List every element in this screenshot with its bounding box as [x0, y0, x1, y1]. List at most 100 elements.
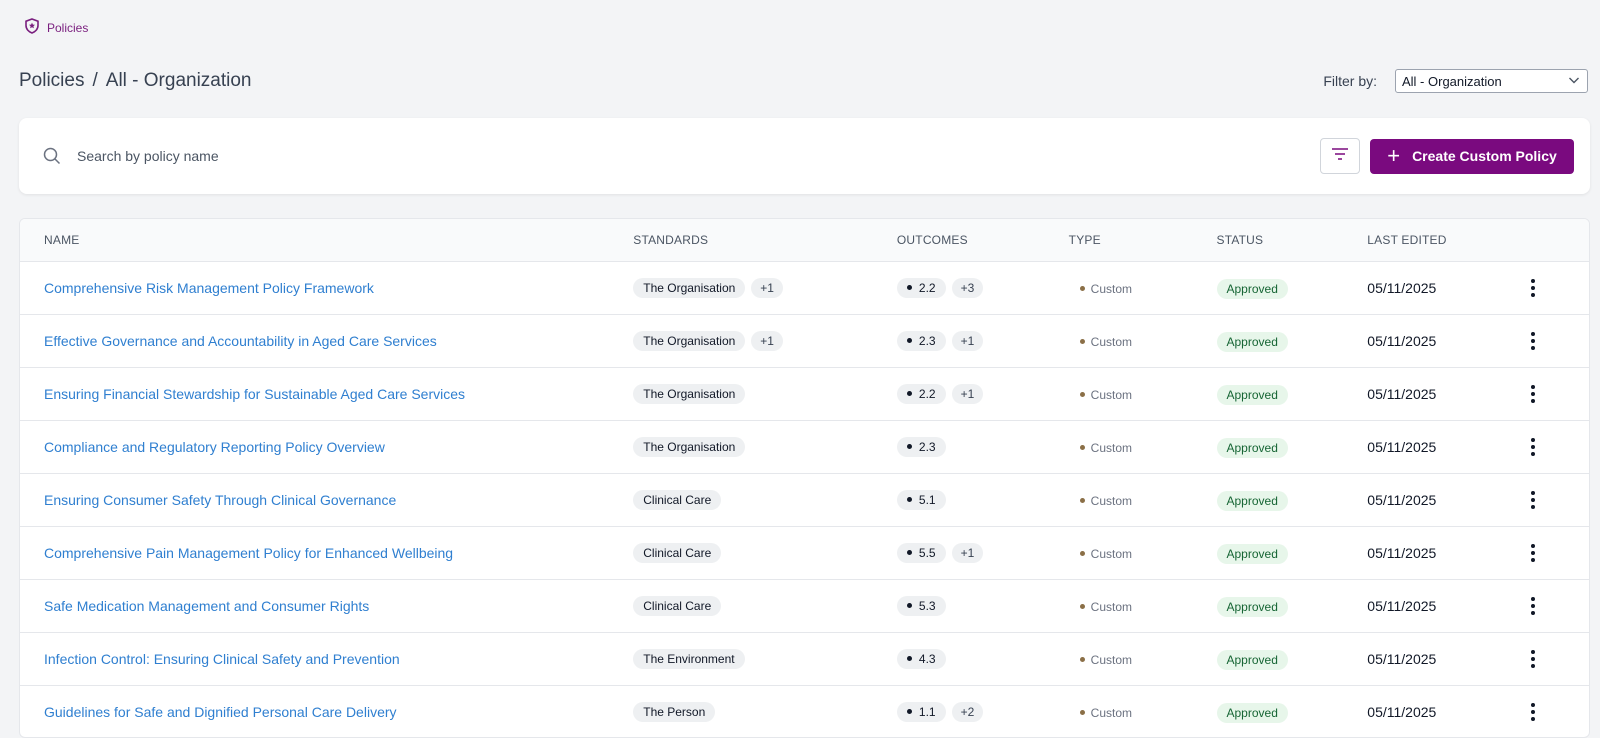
- breadcrumb-current: All - Organization: [105, 70, 252, 91]
- more-options-icon[interactable]: [1523, 329, 1543, 353]
- table-row[interactable]: Ensuring Financial Stewardship for Susta…: [20, 368, 1589, 421]
- table-row[interactable]: Comprehensive Risk Management Policy Fra…: [20, 262, 1589, 315]
- standard-chip: The Person: [633, 702, 716, 722]
- status-badge: Approved: [1216, 279, 1288, 299]
- type-label: Custom: [1080, 547, 1132, 561]
- more-options-icon[interactable]: [1523, 435, 1543, 459]
- more-options-icon[interactable]: [1523, 276, 1543, 300]
- standard-chip: The Environment: [633, 649, 745, 669]
- standard-chip: Clinical Care: [633, 596, 722, 616]
- filter-label: Filter by:: [1323, 73, 1377, 89]
- nav-policies[interactable]: Policies: [24, 18, 88, 37]
- breadcrumb-root[interactable]: Policies: [19, 70, 84, 92]
- table-row[interactable]: Guidelines for Safe and Dignified Person…: [20, 686, 1589, 737]
- last-edited-date: 05/11/2025: [1367, 545, 1437, 561]
- last-edited-date: 05/11/2025: [1367, 439, 1437, 455]
- search-bar: + Create Custom Policy: [19, 118, 1590, 194]
- outcome-chip: 4.3: [896, 649, 946, 669]
- outcome-chip: 5.3: [896, 596, 946, 616]
- more-options-icon[interactable]: [1523, 594, 1543, 618]
- status-badge: Approved: [1216, 703, 1288, 723]
- outcome-chip: 5.1: [896, 490, 946, 510]
- more-options-icon[interactable]: [1523, 647, 1543, 671]
- table-row[interactable]: Comprehensive Pain Management Policy for…: [20, 527, 1589, 580]
- header-outcomes[interactable]: OUTCOMES: [897, 233, 1069, 247]
- policy-name-link[interactable]: Effective Governance and Accountability …: [44, 333, 437, 349]
- outcome-chip: 5.5: [896, 543, 946, 563]
- outcome-chip: 2.3: [896, 331, 946, 351]
- filter-icon: [1331, 147, 1349, 166]
- table-row[interactable]: Infection Control: Ensuring Clinical Saf…: [20, 633, 1589, 686]
- breadcrumb: Policies / All - Organization: [19, 70, 252, 92]
- policy-name-link[interactable]: Comprehensive Pain Management Policy for…: [44, 545, 453, 561]
- table-row[interactable]: Effective Governance and Accountability …: [20, 315, 1589, 368]
- breadcrumb-separator: /: [92, 70, 98, 91]
- last-edited-date: 05/11/2025: [1367, 598, 1437, 614]
- standard-chip: The Organisation: [633, 384, 746, 404]
- policies-table: NAME STANDARDS OUTCOMES TYPE STATUS LAST…: [19, 218, 1590, 738]
- outcome-chip: 2.3: [896, 437, 946, 457]
- type-label: Custom: [1080, 282, 1132, 296]
- type-label: Custom: [1080, 441, 1132, 455]
- filter-group: Filter by: All - Organization: [1323, 69, 1588, 93]
- policy-name-link[interactable]: Infection Control: Ensuring Clinical Saf…: [44, 651, 400, 667]
- plus-icon: +: [1387, 143, 1401, 168]
- last-edited-date: 05/11/2025: [1367, 651, 1437, 667]
- policy-name-link[interactable]: Safe Medication Management and Consumer …: [44, 598, 369, 614]
- standard-chip: Clinical Care: [633, 543, 722, 563]
- type-label: Custom: [1080, 388, 1132, 402]
- last-edited-date: 05/11/2025: [1367, 492, 1437, 508]
- table-row[interactable]: Compliance and Regulatory Reporting Poli…: [20, 421, 1589, 474]
- table-body: Comprehensive Risk Management Policy Fra…: [20, 262, 1589, 737]
- policy-name-link[interactable]: Guidelines for Safe and Dignified Person…: [44, 704, 397, 720]
- search-input[interactable]: [75, 147, 1320, 165]
- outcome-more-chip[interactable]: +1: [951, 543, 984, 563]
- standard-chip: The Organisation: [633, 278, 746, 298]
- outcome-more-chip[interactable]: +1: [951, 331, 984, 351]
- status-badge: Approved: [1216, 438, 1288, 458]
- header-standards[interactable]: STANDARDS: [633, 233, 897, 247]
- table-row[interactable]: Safe Medication Management and Consumer …: [20, 580, 1589, 633]
- standard-more-chip[interactable]: +1: [751, 278, 783, 298]
- standard-more-chip[interactable]: +1: [751, 331, 783, 351]
- filter-select[interactable]: All - Organization: [1395, 69, 1588, 93]
- last-edited-date: 05/11/2025: [1367, 386, 1437, 402]
- outcome-more-chip[interactable]: +1: [951, 384, 984, 404]
- table-row[interactable]: Ensuring Consumer Safety Through Clinica…: [20, 474, 1589, 527]
- outcome-more-chip[interactable]: +2: [951, 702, 984, 722]
- type-label: Custom: [1080, 335, 1132, 349]
- status-badge: Approved: [1216, 491, 1288, 511]
- outcome-chip: 1.1: [896, 702, 946, 722]
- create-custom-policy-button[interactable]: + Create Custom Policy: [1370, 138, 1574, 174]
- header-name[interactable]: NAME: [20, 233, 633, 247]
- header-status[interactable]: STATUS: [1216, 233, 1367, 247]
- filter-value: All - Organization: [1402, 73, 1502, 89]
- standard-chip: The Organisation: [633, 437, 746, 457]
- outcome-more-chip[interactable]: +3: [951, 278, 984, 298]
- type-label: Custom: [1080, 706, 1132, 720]
- filter-button[interactable]: [1320, 138, 1360, 174]
- more-options-icon[interactable]: [1523, 541, 1543, 565]
- more-options-icon[interactable]: [1523, 488, 1543, 512]
- type-label: Custom: [1080, 600, 1132, 614]
- nav-label: Policies: [47, 20, 89, 35]
- last-edited-date: 05/11/2025: [1367, 333, 1437, 349]
- table-header: NAME STANDARDS OUTCOMES TYPE STATUS LAST…: [20, 219, 1589, 262]
- page-header: Policies / All - Organization Filter by:…: [19, 64, 1590, 98]
- outcome-chip: 2.2: [896, 384, 946, 404]
- standard-chip: Clinical Care: [633, 490, 722, 510]
- more-options-icon[interactable]: [1523, 382, 1543, 406]
- outcome-chip: 2.2: [896, 278, 946, 298]
- chevron-down-icon: [1567, 73, 1581, 90]
- more-options-icon[interactable]: [1523, 700, 1543, 724]
- header-last-edited[interactable]: LAST EDITED: [1367, 233, 1523, 247]
- type-label: Custom: [1080, 653, 1132, 667]
- header-type[interactable]: TYPE: [1069, 233, 1217, 247]
- status-badge: Approved: [1216, 597, 1288, 617]
- policy-name-link[interactable]: Comprehensive Risk Management Policy Fra…: [44, 280, 374, 296]
- policy-name-link[interactable]: Compliance and Regulatory Reporting Poli…: [44, 439, 385, 455]
- status-badge: Approved: [1216, 385, 1288, 405]
- policy-name-link[interactable]: Ensuring Financial Stewardship for Susta…: [44, 386, 465, 402]
- create-label: Create Custom Policy: [1412, 148, 1557, 164]
- policy-name-link[interactable]: Ensuring Consumer Safety Through Clinica…: [44, 492, 396, 508]
